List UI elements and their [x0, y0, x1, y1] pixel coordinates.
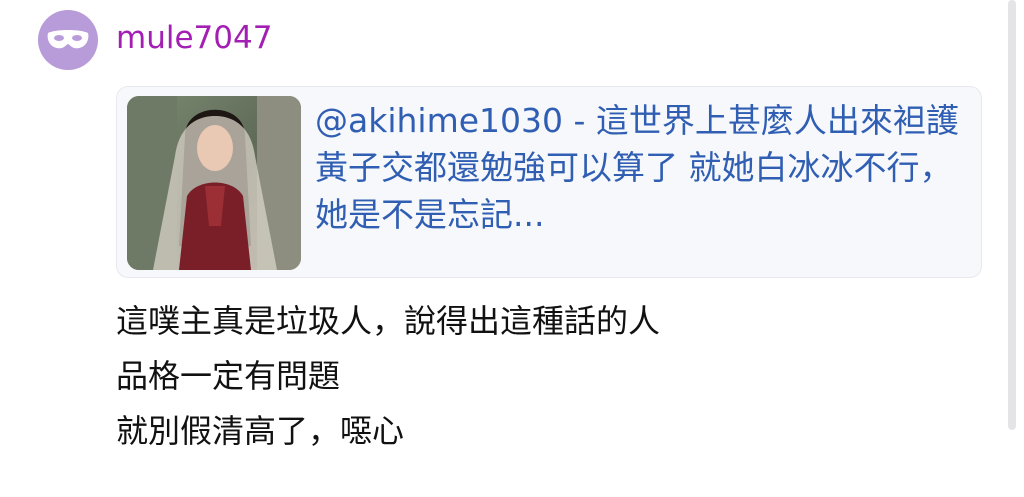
vertical-scrollbar[interactable]: [1008, 0, 1016, 430]
quoted-post-text[interactable]: @akihime1030 - 這世界上甚麼人出來袒護黃子交都還勉強可以算了 就她…: [315, 97, 975, 238]
quoted-post-thumbnail: [127, 96, 301, 270]
username-link[interactable]: mule7047: [116, 18, 272, 58]
user-avatar[interactable]: [38, 10, 98, 70]
post-content: 這噗主真是垃圾人，說得出這種話的人 品格一定有問題 就別假清高了，噁心: [116, 294, 996, 459]
post-text-line: 這噗主真是垃圾人，說得出這種話的人: [116, 302, 661, 340]
mask-icon: [47, 30, 89, 49]
post-text-line: 就別假清高了，噁心: [116, 412, 405, 450]
quoted-post-card[interactable]: @akihime1030 - 這世界上甚麼人出來袒護黃子交都還勉強可以算了 就她…: [116, 86, 982, 278]
post-text-line: 品格一定有問題: [116, 357, 341, 395]
